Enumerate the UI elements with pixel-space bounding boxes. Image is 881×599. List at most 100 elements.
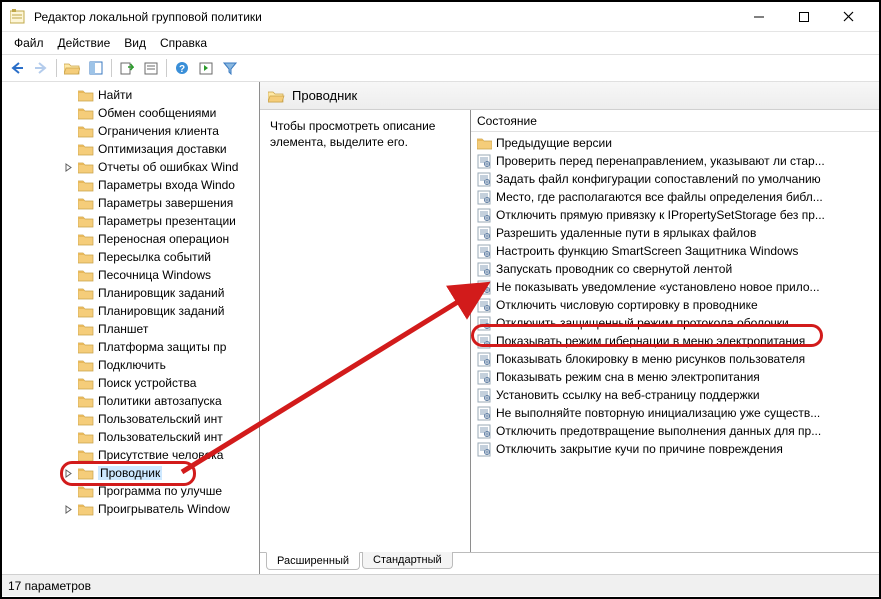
- up-button[interactable]: [61, 57, 83, 79]
- properties-button[interactable]: [140, 57, 162, 79]
- setting-icon: [477, 388, 492, 403]
- tree-item[interactable]: Проводник: [78, 464, 259, 482]
- list-setting[interactable]: Не показывать уведомление «установлено н…: [471, 278, 879, 296]
- list-setting[interactable]: Показывать блокировку в меню рисунков по…: [471, 350, 879, 368]
- status-text: 17 параметров: [8, 579, 91, 593]
- list-setting[interactable]: Показывать режим гибернации в меню элект…: [471, 332, 879, 350]
- tab-standard[interactable]: Стандартный: [362, 552, 453, 569]
- tree-item[interactable]: Планировщик заданий: [78, 284, 259, 302]
- expand-icon[interactable]: [62, 503, 74, 515]
- tree-item[interactable]: Найти: [78, 86, 259, 104]
- list-setting[interactable]: Отключить числовую сортировку в проводни…: [471, 296, 879, 314]
- tree-item[interactable]: Обмен сообщениями: [78, 104, 259, 122]
- setting-icon: [477, 298, 492, 313]
- list-setting[interactable]: Отключить прямую привязку к IPropertySet…: [471, 206, 879, 224]
- back-button[interactable]: [6, 57, 28, 79]
- tree-item[interactable]: Параметры презентации: [78, 212, 259, 230]
- list-setting[interactable]: Настроить функцию SmartScreen Защитника …: [471, 242, 879, 260]
- tree-item[interactable]: Политики автозапуска: [78, 392, 259, 410]
- tree-item[interactable]: Пользовательский инт: [78, 428, 259, 446]
- menu-action[interactable]: Действие: [52, 34, 117, 52]
- tree-item[interactable]: Переносная операцион: [78, 230, 259, 248]
- menubar: Файл Действие Вид Справка: [2, 32, 879, 54]
- list-item-label: Задать файл конфигурации сопоставлений п…: [496, 172, 821, 186]
- list-item-label: Настроить функцию SmartScreen Защитника …: [496, 244, 798, 258]
- extended-button[interactable]: [195, 57, 217, 79]
- list-setting[interactable]: Разрешить удаленные пути в ярлыках файло…: [471, 224, 879, 242]
- maximize-button[interactable]: [781, 3, 826, 31]
- tab-extended[interactable]: Расширенный: [266, 552, 360, 570]
- list-header-state[interactable]: Состояние: [471, 110, 879, 132]
- setting-icon: [477, 190, 492, 205]
- list-setting[interactable]: Отключить защищенный режим протокола обо…: [471, 314, 879, 332]
- content-title: Проводник: [292, 88, 357, 103]
- forward-button[interactable]: [30, 57, 52, 79]
- list-setting[interactable]: Проверить перед перенаправлением, указыв…: [471, 152, 879, 170]
- folder-icon: [477, 136, 492, 151]
- folder-icon: [78, 178, 94, 192]
- list-folder[interactable]: Предыдущие версии: [471, 134, 879, 152]
- list-item-label: Предыдущие версии: [496, 136, 612, 150]
- folder-icon: [78, 466, 94, 480]
- tree-item[interactable]: Проигрыватель Window: [78, 500, 259, 518]
- list-item-label: Показывать блокировку в меню рисунков по…: [496, 352, 805, 366]
- description-column: Чтобы просмотреть описание элемента, выд…: [260, 110, 470, 552]
- menu-help[interactable]: Справка: [154, 34, 213, 52]
- tree-item-label: Платформа защиты пр: [98, 340, 226, 354]
- tree-item[interactable]: Присутствие человека: [78, 446, 259, 464]
- list-setting[interactable]: Отключить закрытие кучи по причине повре…: [471, 440, 879, 458]
- list-setting[interactable]: Показывать режим сна в меню электропитан…: [471, 368, 879, 386]
- tree-item[interactable]: Планшет: [78, 320, 259, 338]
- minimize-button[interactable]: [736, 3, 781, 31]
- tree-item[interactable]: Пользовательский инт: [78, 410, 259, 428]
- menu-view[interactable]: Вид: [118, 34, 152, 52]
- tree-item[interactable]: Параметры входа Windo: [78, 176, 259, 194]
- filter-button[interactable]: [219, 57, 241, 79]
- tree-item[interactable]: Платформа защиты пр: [78, 338, 259, 356]
- tree-item-label: Оптимизация доставки: [98, 142, 227, 156]
- setting-icon: [477, 370, 492, 385]
- tree-panel[interactable]: НайтиОбмен сообщениямиОграничения клиент…: [2, 82, 260, 574]
- tree-item[interactable]: Оптимизация доставки: [78, 140, 259, 158]
- list-item-label: Отключить закрытие кучи по причине повре…: [496, 442, 783, 456]
- expand-icon[interactable]: [62, 467, 74, 479]
- tree-item-label: Пользовательский инт: [98, 412, 223, 426]
- help-button[interactable]: ?: [171, 57, 193, 79]
- tree-item[interactable]: Ограничения клиента: [78, 122, 259, 140]
- close-button[interactable]: [826, 3, 871, 31]
- tree-item[interactable]: Пересылка событий: [78, 248, 259, 266]
- menu-file[interactable]: Файл: [8, 34, 50, 52]
- list-setting[interactable]: Отключить предотвращение выполнения данн…: [471, 422, 879, 440]
- folder-icon: [78, 106, 94, 120]
- folder-icon: [78, 268, 94, 282]
- list-item-label: Не показывать уведомление «установлено н…: [496, 280, 820, 294]
- list-setting[interactable]: Место, где располагаются все файлы опред…: [471, 188, 879, 206]
- tree-item[interactable]: Поиск устройства: [78, 374, 259, 392]
- folder-icon: [78, 412, 94, 426]
- tree-item[interactable]: Параметры завершения: [78, 194, 259, 212]
- app-icon: [10, 9, 26, 25]
- tree-item[interactable]: Программа по улучше: [78, 482, 259, 500]
- tree-item-label: Политики автозапуска: [98, 394, 222, 408]
- export-button[interactable]: [116, 57, 138, 79]
- list-setting[interactable]: Запускать проводник со свернутой лентой: [471, 260, 879, 278]
- list-item-label: Установить ссылку на веб-страницу поддер…: [496, 388, 760, 402]
- tree-item[interactable]: Подключить: [78, 356, 259, 374]
- folder-icon: [78, 142, 94, 156]
- list-setting[interactable]: Установить ссылку на веб-страницу поддер…: [471, 386, 879, 404]
- tree-item-label: Переносная операцион: [98, 232, 229, 246]
- list-setting[interactable]: Не выполняйте повторную инициализацию уж…: [471, 404, 879, 422]
- setting-icon: [477, 280, 492, 295]
- list-setting[interactable]: Задать файл конфигурации сопоставлений п…: [471, 170, 879, 188]
- show-hide-tree-button[interactable]: [85, 57, 107, 79]
- folder-icon: [78, 340, 94, 354]
- list-item-label: Показывать режим сна в меню электропитан…: [496, 370, 760, 384]
- statusbar: 17 параметров: [2, 574, 879, 596]
- setting-icon: [477, 334, 492, 349]
- tree-item-label: Присутствие человека: [98, 448, 223, 462]
- tree-item[interactable]: Планировщик заданий: [78, 302, 259, 320]
- expand-icon[interactable]: [62, 161, 74, 173]
- setting-icon: [477, 262, 492, 277]
- tree-item[interactable]: Песочница Windows: [78, 266, 259, 284]
- tree-item[interactable]: Отчеты об ошибках Wind: [78, 158, 259, 176]
